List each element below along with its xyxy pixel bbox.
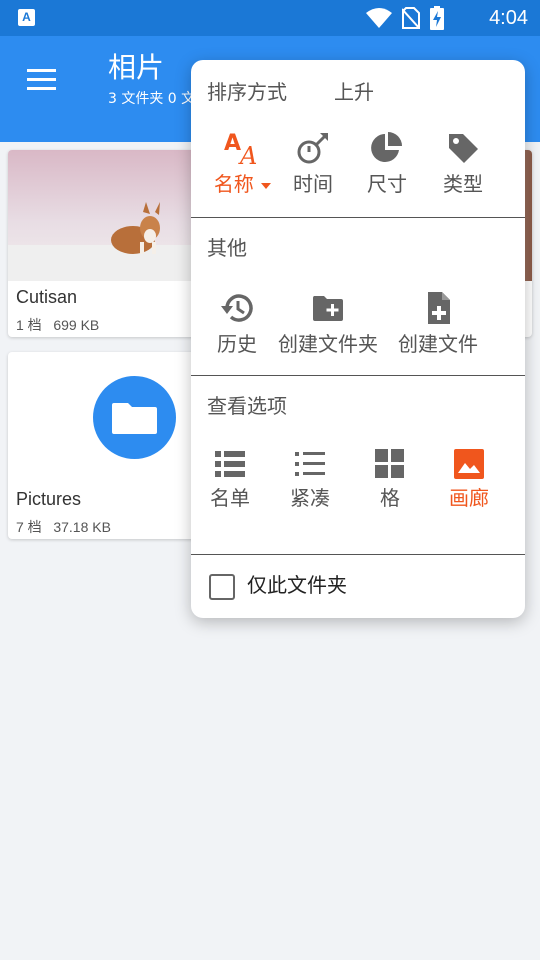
create-file-icon (428, 292, 450, 324)
sort-by-type-label: 类型 (443, 172, 483, 196)
sort-by-time[interactable]: 时间 (287, 130, 339, 198)
view-grid-label: 格 (380, 486, 400, 510)
divider (191, 217, 525, 218)
other-section-title: 其他 (207, 236, 247, 260)
folder-card-pictures[interactable]: Pictures 7 档 37.18 KB (8, 352, 198, 539)
history-label: 历史 (217, 332, 257, 356)
folder-meta: 7 档 37.18 KB (16, 519, 111, 535)
tag-icon (449, 134, 478, 163)
history-button[interactable]: 历史 (211, 290, 263, 358)
no-sim-icon (402, 7, 420, 29)
only-this-folder-label[interactable]: 仅此文件夹 (247, 571, 347, 599)
compact-list-icon (295, 452, 325, 476)
timer-icon (297, 133, 328, 164)
page-title: 相片 (108, 51, 165, 84)
pie-chart-icon (371, 132, 402, 162)
view-gallery[interactable]: 画廊 (443, 448, 495, 512)
folder-meta: 1 档 699 KB (16, 317, 100, 333)
sort-section-title: 排序方式 (207, 80, 287, 104)
sort-by-size[interactable]: 尺寸 (361, 130, 413, 198)
folder-avatar (93, 376, 176, 459)
app-notification-icon: A (18, 9, 35, 26)
sort-by-name-label: 名称 (211, 170, 275, 198)
status-time: 4:04 (489, 7, 528, 29)
folder-name: Pictures (16, 489, 82, 509)
only-this-folder-checkbox[interactable] (209, 574, 235, 600)
sort-by-size-label: 尺寸 (367, 172, 407, 196)
sort-direction-toggle[interactable]: 上升 (334, 78, 374, 106)
menu-button[interactable] (27, 69, 57, 91)
options-popup: 排序方式 上升 A A 名称 时间 尺寸 类型 其他 历史 创建文件夹 创建文件… (191, 60, 525, 618)
sort-by-time-label: 时间 (293, 172, 333, 196)
view-grid[interactable]: 格 (365, 448, 415, 512)
dropdown-arrow-icon (261, 182, 272, 189)
status-bar: A 4:04 (0, 0, 540, 36)
wifi-icon (366, 8, 392, 28)
divider (191, 375, 525, 376)
view-list[interactable]: 名单 (205, 448, 255, 512)
view-section-title: 查看选项 (207, 394, 287, 418)
list-icon (215, 451, 245, 477)
history-icon (221, 294, 253, 322)
folder-icon (112, 403, 157, 434)
create-folder-icon (312, 296, 343, 321)
view-compact-label: 紧凑 (290, 486, 330, 510)
gallery-icon (454, 449, 484, 479)
sort-by-type[interactable]: 类型 (435, 130, 491, 198)
create-file-button[interactable]: 创建文件 (393, 290, 483, 358)
page-subtitle: 3 文件夹 0 文 (108, 91, 196, 107)
folder-card-cutisan[interactable]: Cutisan 1 档 699 KB (8, 150, 198, 337)
battery-charging-icon (430, 6, 444, 30)
status-icons (366, 6, 444, 30)
folder-name: Cutisan (16, 287, 78, 307)
corgi-thumbnail (8, 150, 198, 281)
grid-icon (375, 449, 404, 478)
view-gallery-label: 画廊 (449, 486, 489, 510)
sort-by-name[interactable]: A A 名称 (211, 130, 275, 198)
svg-text:A: A (224, 131, 241, 156)
create-folder-button[interactable]: 创建文件夹 (273, 290, 383, 358)
view-compact[interactable]: 紧凑 (285, 448, 335, 512)
svg-text:A: A (238, 142, 257, 166)
view-list-label: 名单 (210, 486, 250, 510)
create-folder-label: 创建文件夹 (278, 332, 378, 356)
create-file-label: 创建文件 (398, 332, 478, 356)
sort-name-icon: A A (224, 131, 257, 166)
divider (191, 554, 525, 555)
